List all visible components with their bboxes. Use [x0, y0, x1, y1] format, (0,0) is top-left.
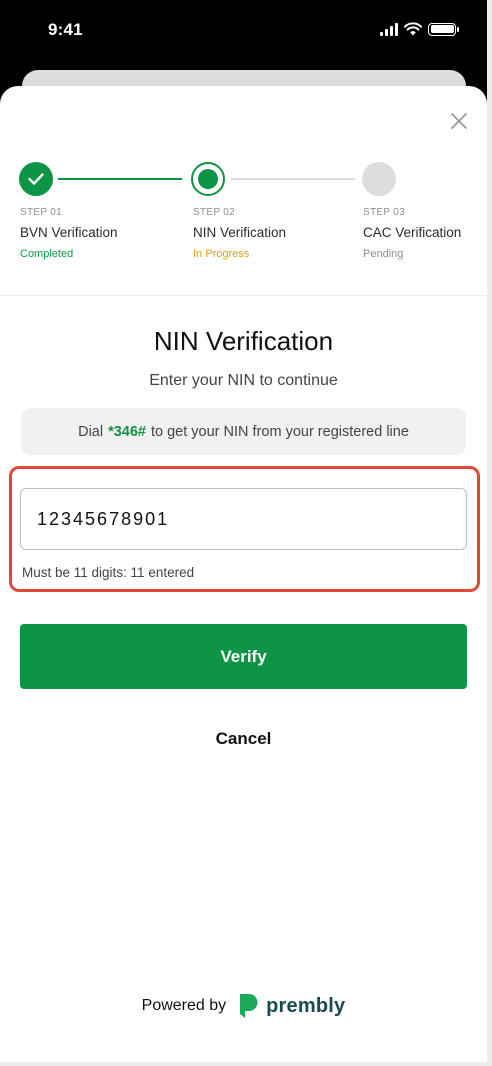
ussd-hint-banner: Dial *346# to get your NIN from your reg…: [21, 408, 466, 455]
page-title: NIN Verification: [153, 326, 334, 356]
step-number: STEP 03: [363, 207, 405, 218]
prembly-logo-icon: [240, 994, 258, 1018]
battery-icon: [428, 22, 459, 36]
step-status: Completed: [20, 248, 74, 260]
step-2-indicator: [191, 162, 225, 196]
step-1-indicator: [19, 162, 53, 196]
check-icon: [28, 173, 44, 185]
step-3-indicator: [362, 162, 396, 196]
step-1: STEP 01 BVN Verification Completed: [20, 207, 118, 260]
step-number: STEP 01: [20, 207, 62, 218]
step-name: NIN Verification: [193, 225, 287, 240]
status-time: 9:41: [48, 20, 83, 39]
step-status: In Progress: [193, 248, 250, 260]
cancel-button[interactable]: Cancel: [0, 729, 487, 749]
verification-stepper: STEP 01 BVN Verification Completed STEP …: [0, 160, 487, 296]
step-status: Pending: [363, 248, 404, 260]
close-icon: [451, 113, 467, 129]
close-button[interactable]: [446, 108, 472, 134]
hint-prefix: Dial: [78, 423, 104, 440]
nin-input[interactable]: [20, 488, 467, 550]
ussd-code: *346#: [108, 423, 146, 440]
step-name: BVN Verification: [20, 225, 118, 240]
signal-icon: [380, 22, 398, 36]
status-icons: [380, 22, 459, 36]
stepper-line-completed: [58, 178, 182, 180]
phone-screen: 9:41 STEP 01 BVN Verification Completed …: [0, 0, 487, 1062]
brand-name: prembly: [266, 994, 346, 1017]
stepper-line-pending: [231, 178, 355, 180]
powered-by-footer: Powered by prembly: [0, 990, 487, 1022]
wifi-icon: [404, 22, 422, 36]
verify-button[interactable]: Verify: [20, 624, 467, 689]
step-3: STEP 03 CAC Verification Pending: [363, 207, 461, 260]
step-name: CAC Verification: [363, 225, 462, 240]
page-subtitle: Enter your NIN to continue: [149, 372, 338, 389]
prembly-logo: prembly: [238, 993, 345, 1019]
step-number: STEP 02: [193, 207, 235, 218]
powered-by-label: Powered by: [141, 997, 227, 1014]
status-bar: 9:41: [0, 0, 487, 70]
hint-suffix: to get your NIN from your registered lin…: [151, 423, 409, 440]
step-2: STEP 02 NIN Verification In Progress: [193, 207, 286, 260]
nin-helper-text: Must be 11 digits: 11 entered: [22, 565, 195, 580]
